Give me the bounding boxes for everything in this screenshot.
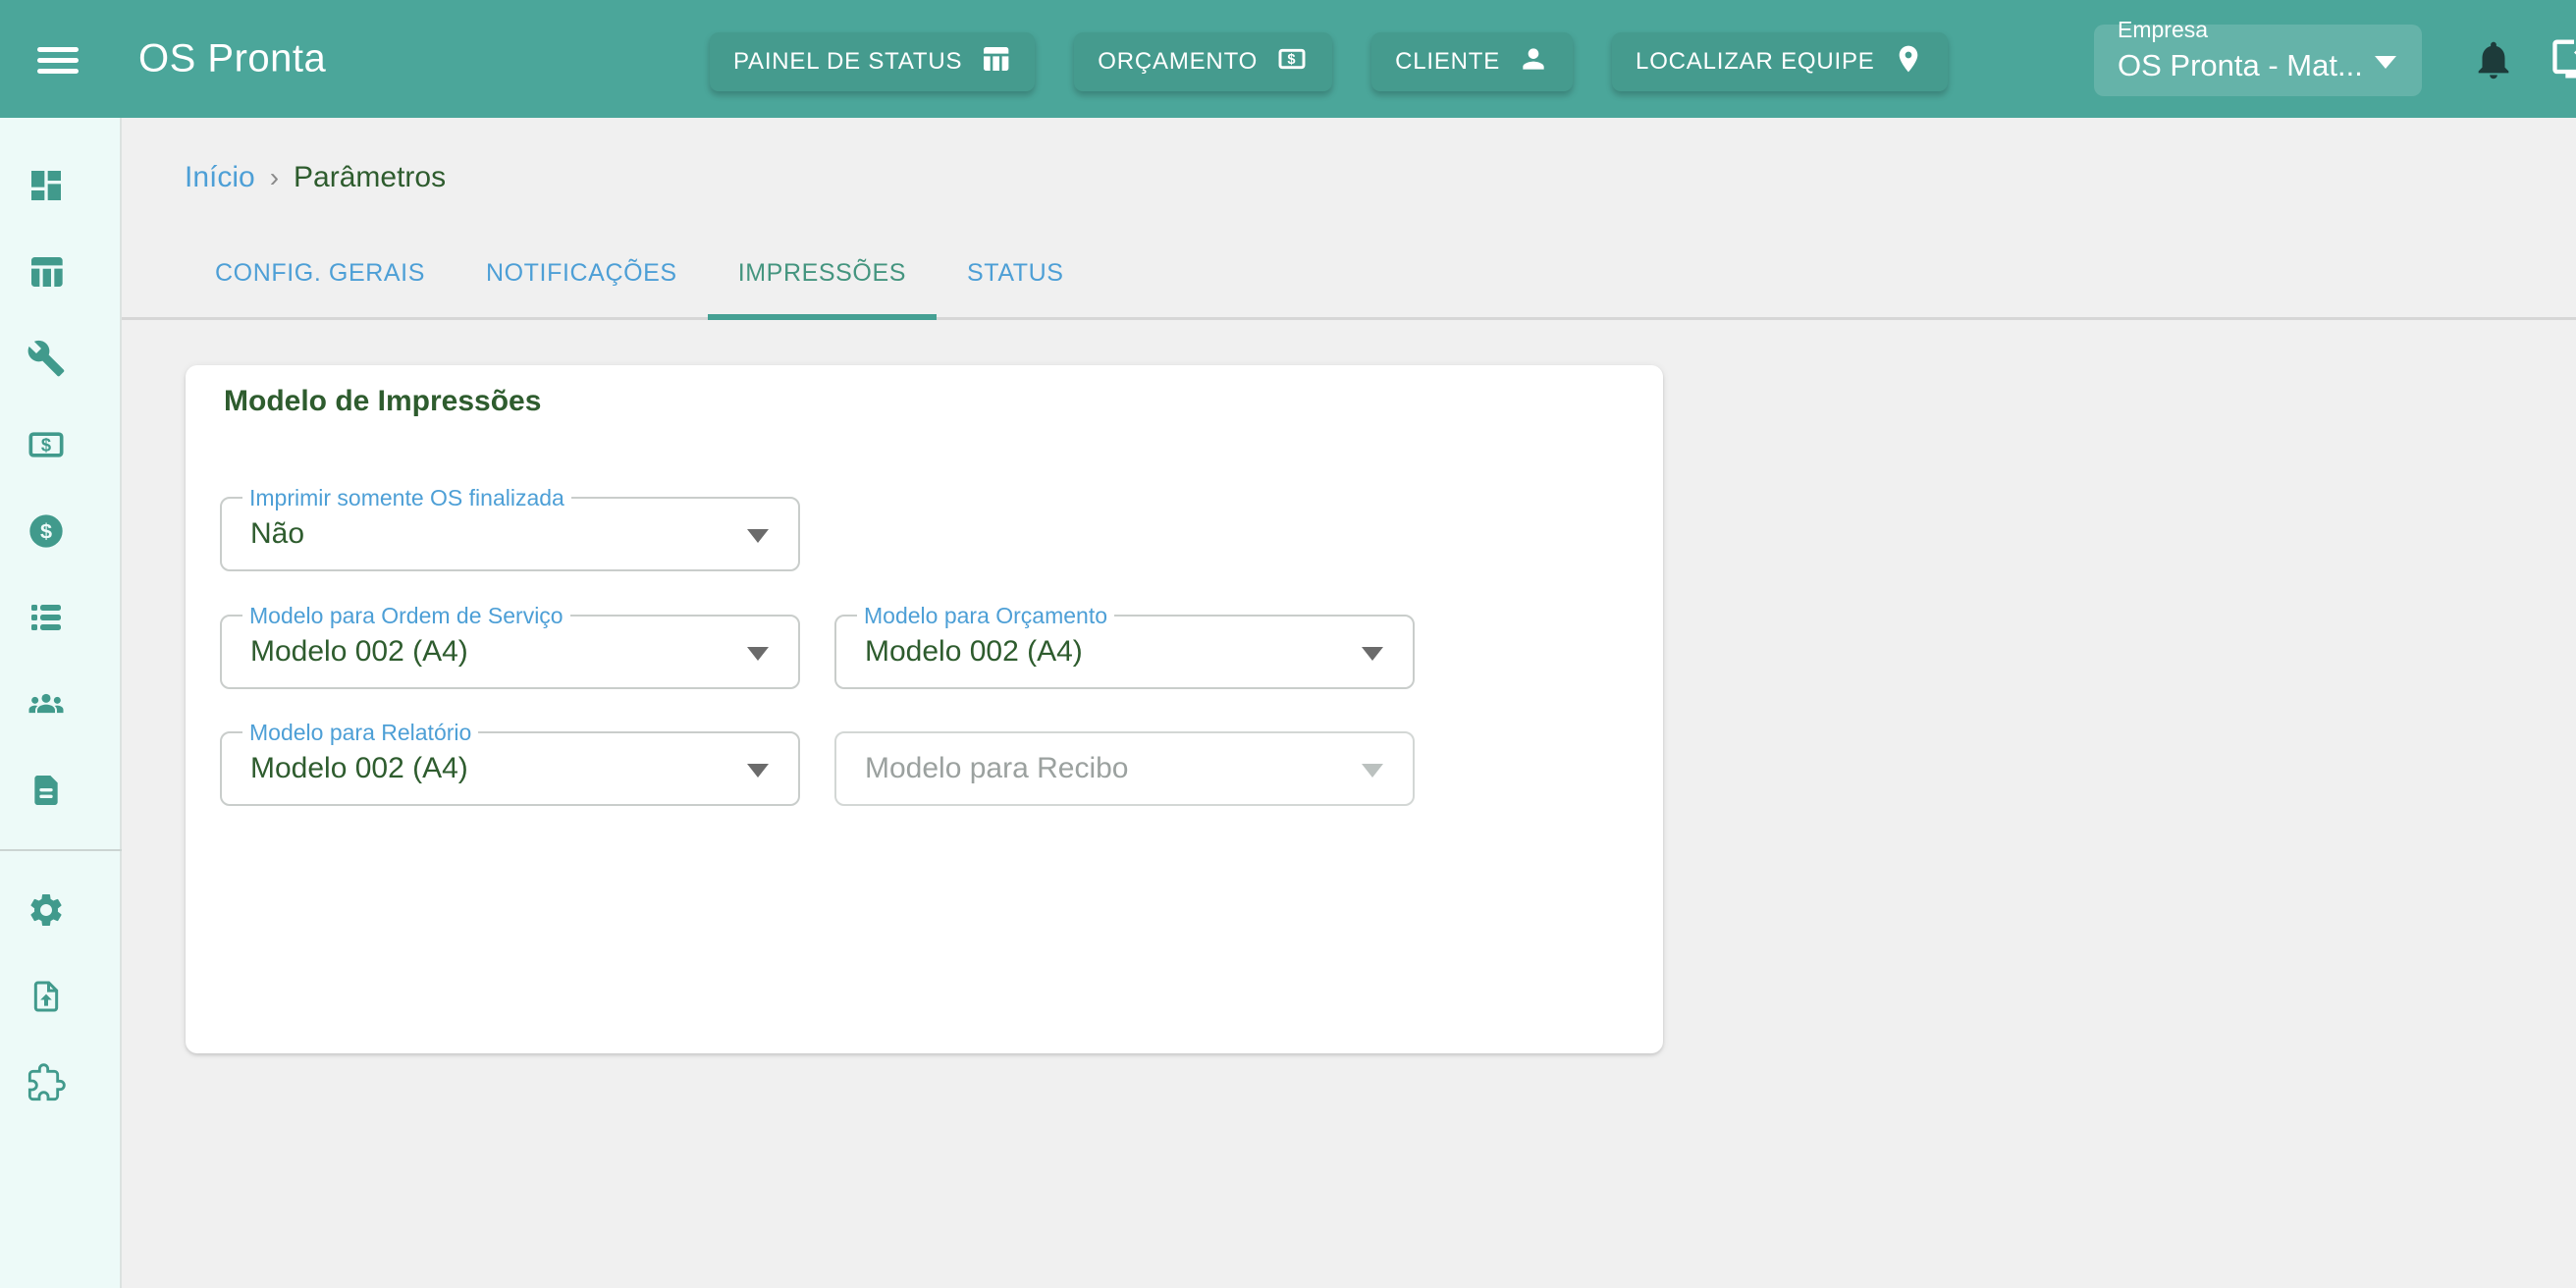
settings-gear-icon[interactable]: [27, 890, 66, 930]
notifications-bell-icon[interactable]: [2471, 37, 2516, 82]
caret-down-icon: [1362, 764, 1383, 778]
dashboard-icon[interactable]: [27, 166, 66, 205]
app-header: OS Pronta PAINEL DE STATUS ORÇAMENTO $ C…: [0, 0, 2576, 118]
painel-de-status-button[interactable]: PAINEL DE STATUS: [710, 32, 1035, 91]
svg-text:$: $: [40, 518, 52, 543]
caret-down-icon: [747, 529, 769, 543]
app-title: OS Pronta: [138, 37, 326, 81]
breadcrumb-current: Parâmetros: [294, 161, 446, 194]
localizar-equipe-label: LOCALIZAR EQUIPE: [1636, 48, 1875, 76]
document-icon[interactable]: [27, 771, 66, 810]
caret-down-icon: [747, 647, 769, 661]
card-title: Modelo de Impressões: [224, 385, 541, 418]
tab-status[interactable]: STATUS: [937, 226, 1095, 320]
storage-list-icon[interactable]: [27, 598, 66, 637]
tab-impressoes[interactable]: IMPRESSÕES: [708, 226, 937, 320]
field-value: Modelo 002 (A4): [250, 635, 468, 669]
cliente-button[interactable]: CLIENTE: [1371, 32, 1573, 91]
sidebar-divider: [0, 849, 122, 851]
select-modelo-orcamento[interactable]: Modelo para Orçamento Modelo 002 (A4): [834, 615, 1415, 689]
select-imprimir-somente-os-finalizada[interactable]: Imprimir somente OS finalizada Não: [220, 497, 800, 571]
breadcrumb: Início › Parâmetros: [185, 161, 446, 194]
modelo-impressoes-card: Modelo de Impressões Imprimir somente OS…: [186, 365, 1663, 1053]
field-label: Modelo para Relatório: [242, 720, 478, 745]
company-select-label: Empresa: [2118, 17, 2208, 43]
install-desktop-icon[interactable]: [2549, 33, 2576, 84]
sidebar: $ $: [0, 118, 122, 1288]
table-chart-icon: [980, 43, 1011, 81]
company-select-value: OS Pronta - Mat...: [2118, 48, 2363, 83]
money-bill-icon: $: [1275, 43, 1309, 81]
localizar-equipe-button[interactable]: LOCALIZAR EQUIPE: [1612, 32, 1948, 91]
location-pin-icon: [1893, 43, 1924, 81]
field-value: Modelo 002 (A4): [865, 635, 1083, 669]
caret-down-icon: [1362, 647, 1383, 661]
field-value: Não: [250, 517, 304, 551]
field-placeholder: Modelo para Recibo: [865, 752, 1129, 785]
wrench-icon[interactable]: [27, 339, 66, 378]
money-bill-icon[interactable]: $: [27, 425, 66, 464]
orcamento-button[interactable]: ORÇAMENTO $: [1074, 32, 1332, 91]
tab-config-gerais[interactable]: CONFIG. GERAIS: [185, 226, 456, 320]
caret-down-icon: [747, 764, 769, 778]
cliente-label: CLIENTE: [1395, 48, 1500, 76]
tabs-strip: CONFIG. GERAIS NOTIFICAÇÕES IMPRESSÕES S…: [122, 226, 2576, 320]
breadcrumb-home-link[interactable]: Início: [185, 161, 255, 194]
field-label: Imprimir somente OS finalizada: [242, 485, 571, 510]
company-select[interactable]: Empresa OS Pronta - Mat...: [2094, 25, 2422, 96]
svg-text:$: $: [1287, 52, 1296, 68]
header-nav: PAINEL DE STATUS ORÇAMENTO $ CLIENTE LOC…: [710, 32, 1948, 91]
painel-de-status-label: PAINEL DE STATUS: [733, 48, 962, 76]
tab-notificacoes[interactable]: NOTIFICAÇÕES: [456, 226, 708, 320]
field-label: Modelo para Orçamento: [857, 603, 1114, 628]
field-label: Modelo para Ordem de Serviço: [242, 603, 570, 628]
select-modelo-recibo[interactable]: Modelo para Recibo: [834, 731, 1415, 806]
caret-down-icon: [2375, 56, 2396, 69]
file-upload-icon[interactable]: [27, 977, 66, 1016]
dollar-circle-icon[interactable]: $: [27, 511, 66, 551]
orcamento-label: ORÇAMENTO: [1098, 48, 1258, 76]
field-value: Modelo 002 (A4): [250, 752, 468, 785]
svg-text:$: $: [41, 434, 51, 455]
select-modelo-ordem-servico[interactable]: Modelo para Ordem de Serviço Modelo 002 …: [220, 615, 800, 689]
puzzle-icon[interactable]: [27, 1063, 66, 1102]
groups-icon[interactable]: [27, 684, 66, 724]
breadcrumb-separator: ›: [270, 162, 279, 193]
select-modelo-relatorio[interactable]: Modelo para Relatório Modelo 002 (A4): [220, 731, 800, 806]
hamburger-menu-icon[interactable]: [37, 47, 79, 74]
table-chart-icon[interactable]: [27, 252, 66, 292]
person-icon: [1518, 43, 1549, 81]
